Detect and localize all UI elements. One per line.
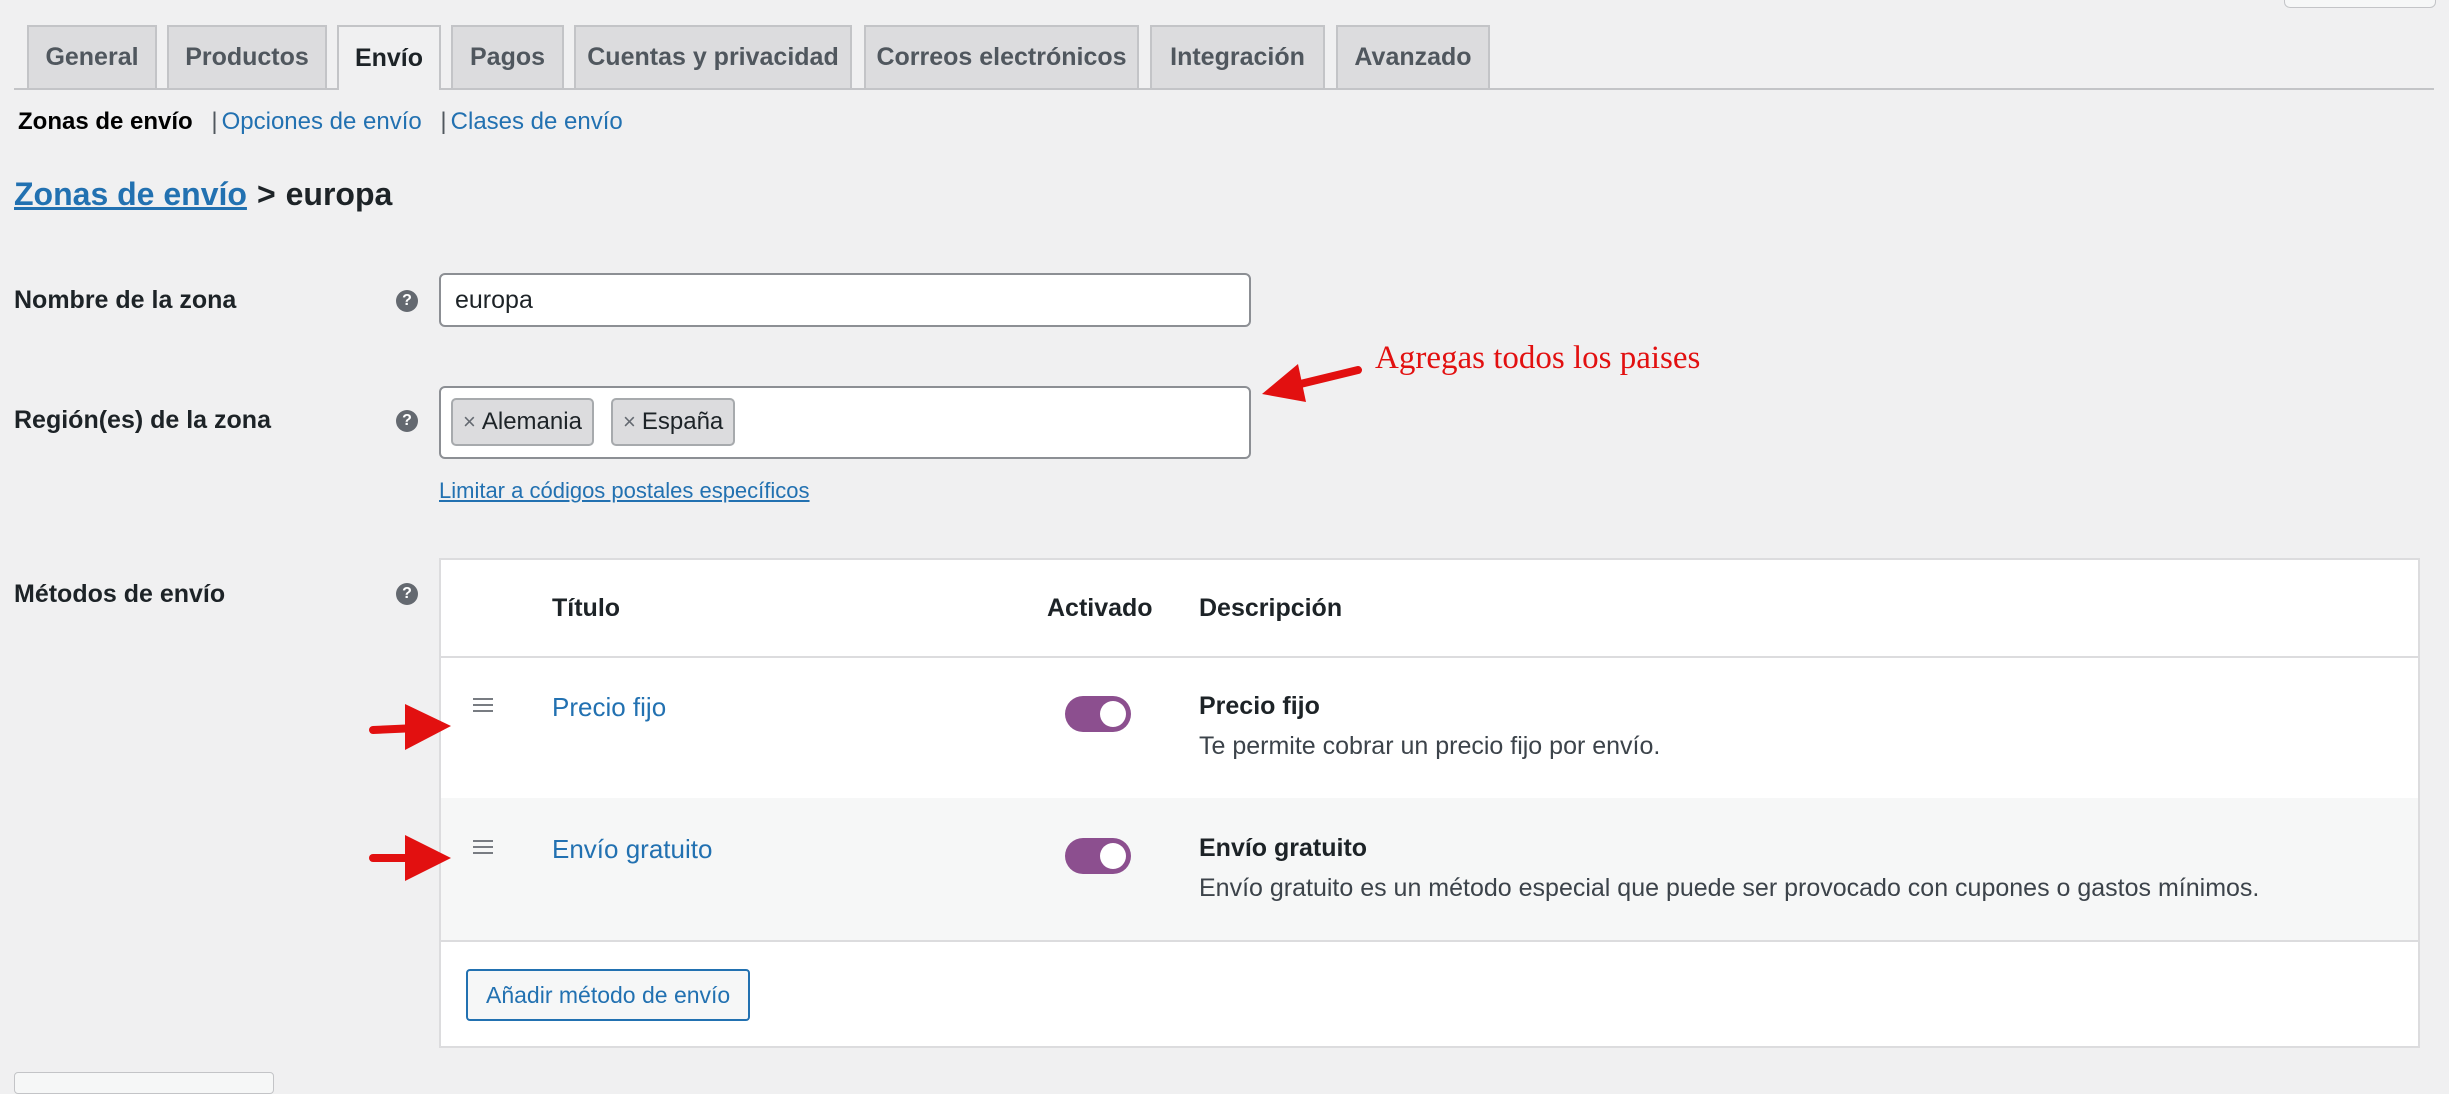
tab-label: General [45, 43, 139, 71]
method-description-title: Precio fijo [1199, 692, 1320, 720]
zone-regions-select[interactable]: × Alemania × España [439, 386, 1251, 459]
table-footer: Añadir método de envío [441, 940, 2418, 1048]
table-row: Precio fijo Precio fijo Te permite cobra… [441, 656, 2418, 798]
method-description-title: Envío gratuito [1199, 834, 1368, 862]
bottom-save-button[interactable] [14, 1072, 274, 1094]
subnav-link-clases-envio[interactable]: Clases de envío [451, 108, 623, 135]
annotation-arrow-icon [369, 835, 451, 881]
zone-name-label: Nombre de la zona [14, 286, 237, 314]
region-chip: × Alemania [451, 398, 594, 446]
method-description-text: Envío gratuito es un método especial que… [1199, 874, 2260, 902]
shipping-methods-label: Métodos de envío [14, 580, 226, 608]
breadcrumb-separator: > [256, 176, 276, 212]
help-icon[interactable]: ? [396, 290, 418, 312]
drag-handle-icon[interactable] [473, 698, 493, 712]
tab-label: Productos [185, 43, 309, 71]
column-header-enabled: Activado [1047, 594, 1153, 622]
help-icon[interactable]: ? [396, 583, 418, 605]
subnav-current: Zonas de envío [18, 108, 193, 135]
tab-label: Envío [354, 44, 424, 72]
region-chip-label: Alemania [481, 408, 582, 435]
tab-productos[interactable]: Productos [167, 25, 327, 88]
limit-postcodes-link[interactable]: Limitar a códigos postales específicos [439, 478, 810, 504]
sub-navigation: Zonas de envío | Opciones de envío | Clase… [18, 108, 623, 136]
zone-regions-label: Región(es) de la zona [14, 406, 271, 434]
add-shipping-method-button[interactable]: Añadir método de envío [466, 969, 751, 1021]
table-row: Envío gratuito Envío gratuito Envío grat… [441, 798, 2418, 940]
subnav-separator: | [440, 108, 447, 135]
tab-integracion[interactable]: Integración [1150, 25, 1325, 88]
table-header: Título Activado Descripción [441, 560, 2418, 658]
tab-label: Pagos [469, 43, 546, 71]
tab-label: Correos electrónicos [876, 43, 1127, 71]
toggle-knob [1100, 701, 1126, 727]
column-header-title: Título [552, 594, 621, 622]
tab-correos-electronicos[interactable]: Correos electrónicos [864, 25, 1139, 88]
remove-icon[interactable]: × [463, 409, 476, 435]
tab-general[interactable]: General [27, 25, 157, 88]
breadcrumb: Zonas de envío > europa [14, 176, 392, 213]
top-right-button[interactable] [2284, 0, 2436, 8]
annotation-arrow-icon [369, 704, 451, 750]
tab-pagos[interactable]: Pagos [451, 25, 564, 88]
help-icon[interactable]: ? [396, 410, 418, 432]
annotation-text: Agregas todos los paises [1375, 340, 1701, 376]
subnav-link-opciones-envio[interactable]: Opciones de envío [222, 108, 422, 135]
zone-name-input[interactable]: europa [439, 273, 1251, 327]
tab-label: Integración [1170, 43, 1305, 71]
region-chip: × España [611, 398, 736, 446]
region-chip-label: España [641, 408, 724, 435]
breadcrumb-parent-link[interactable]: Zonas de envío [14, 176, 247, 212]
tab-label: Cuentas y privacidad [587, 43, 839, 71]
method-description-text: Te permite cobrar un precio fijo por env… [1199, 732, 1661, 760]
tab-envio[interactable]: Envío [337, 25, 441, 90]
annotation-arrow-icon [1262, 364, 1362, 402]
method-title-link[interactable]: Envío gratuito [552, 834, 712, 865]
tab-cuentas-privacidad[interactable]: Cuentas y privacidad [574, 25, 852, 88]
enabled-toggle[interactable] [1065, 838, 1131, 874]
breadcrumb-current: europa [285, 176, 393, 212]
subnav-separator: | [211, 108, 218, 135]
toggle-knob [1100, 843, 1126, 869]
shipping-methods-table: Título Activado Descripción Precio fijo … [439, 558, 2420, 1048]
remove-icon[interactable]: × [623, 409, 636, 435]
method-title-link[interactable]: Precio fijo [552, 692, 666, 723]
tab-label: Avanzado [1354, 43, 1472, 71]
drag-handle-icon[interactable] [473, 840, 493, 854]
enabled-toggle[interactable] [1065, 696, 1131, 732]
column-header-description: Descripción [1199, 594, 1343, 622]
tab-avanzado[interactable]: Avanzado [1336, 25, 1490, 88]
